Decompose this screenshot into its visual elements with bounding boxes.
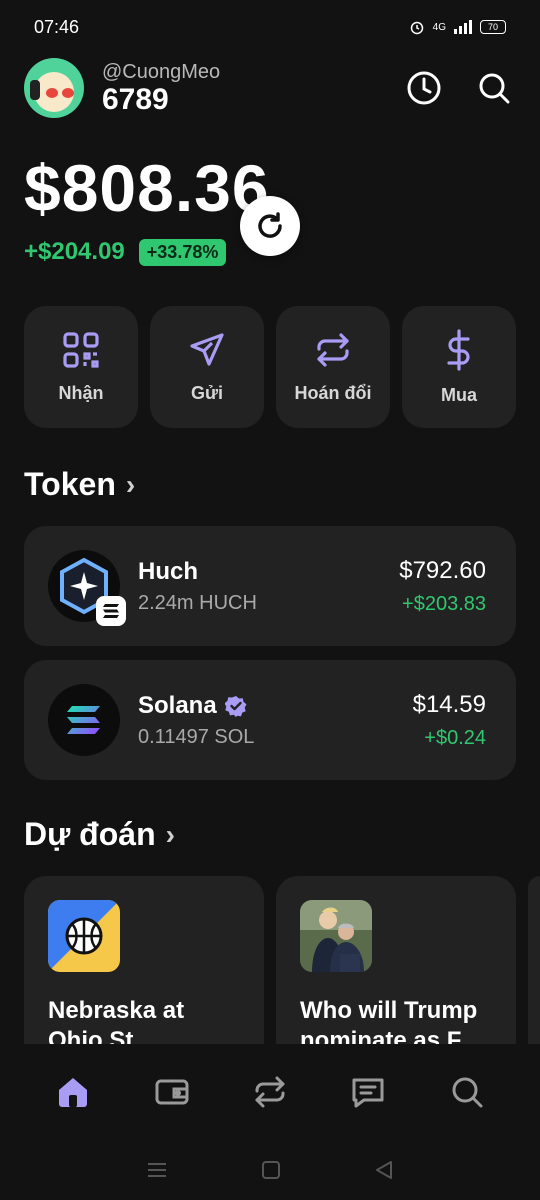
token-price: $14.59	[412, 690, 486, 718]
token-row-solana[interactable]: Solana 0.11497 SOL $14.59 +$0.24	[24, 660, 516, 780]
back-icon[interactable]	[373, 1159, 395, 1181]
solana-badge-icon	[96, 596, 126, 626]
battery-icon: 70	[480, 20, 506, 34]
swap-button[interactable]: Hoán đổi	[276, 306, 390, 428]
token-amount: 0.11497 SOL	[138, 725, 255, 748]
token-section-label: Token	[24, 466, 116, 502]
user-info[interactable]: @CuongMeo 6789	[102, 60, 376, 116]
nav-search[interactable]	[437, 1062, 497, 1122]
prediction-title-line: Who will Trump	[300, 997, 478, 1024]
header: @CuongMeo 6789	[24, 56, 516, 120]
home-square-icon[interactable]	[260, 1159, 282, 1181]
solana-token-logo	[48, 684, 120, 756]
menu-icon[interactable]	[145, 1160, 169, 1180]
huch-token-logo	[48, 550, 126, 626]
nav-messages[interactable]	[338, 1062, 398, 1122]
token-change: +$203.83	[402, 592, 486, 615]
qr-code-icon	[63, 331, 99, 368]
total-balance: $808.36	[24, 151, 270, 225]
token-row-huch[interactable]: Huch 2.24m HUCH $792.60 +$203.83	[24, 526, 516, 646]
nav-swap[interactable]	[240, 1062, 300, 1122]
balance-change-amount: +$204.09	[24, 238, 125, 265]
prediction-title-line: nominate as F	[300, 1027, 462, 1044]
event-photo	[300, 900, 372, 972]
clock-icon	[407, 71, 441, 105]
send-label: Gửi	[190, 382, 224, 403]
send-icon	[190, 332, 224, 366]
prediction-title: Who will Trump nominate as F	[300, 996, 492, 1044]
receive-label: Nhận	[58, 382, 104, 403]
token-amount: 2.24m HUCH	[138, 591, 257, 614]
nav-wallet[interactable]	[142, 1062, 202, 1122]
token-price: $792.60	[399, 556, 486, 584]
balance-change-percent: +33.78%	[138, 238, 227, 266]
prediction-title-line: Ohio St	[48, 1027, 134, 1044]
user-number: 6789	[102, 83, 169, 116]
username: @CuongMeo	[102, 61, 221, 83]
message-icon	[352, 1078, 384, 1108]
prediction-section-title[interactable]: Dự đoán ›	[24, 816, 175, 853]
status-bar: 07:46 4G 70	[0, 0, 540, 54]
signal-icon	[454, 20, 472, 34]
prediction-title: Nebraska at Ohio St	[48, 996, 240, 1044]
refresh-button[interactable]	[240, 196, 300, 256]
token-section-title[interactable]: Token ›	[24, 466, 135, 503]
swap-label: Hoán đổi	[294, 382, 372, 403]
token-name: Huch	[138, 557, 198, 585]
prediction-section-label: Dự đoán	[24, 816, 156, 852]
avatar[interactable]	[24, 58, 84, 118]
status-icons: 4G 70	[409, 19, 506, 35]
verified-badge-icon	[224, 695, 247, 717]
swap-icon	[255, 1076, 285, 1108]
dollar-icon	[447, 328, 470, 371]
refresh-icon	[258, 212, 282, 238]
balance-change-row: +$204.09 +33.78%	[24, 238, 227, 266]
wallet-icon	[155, 1079, 189, 1105]
prediction-card[interactable]: Nebraska at Ohio St	[24, 876, 264, 1044]
chevron-right-icon: ›	[165, 818, 175, 850]
battery-level: 70	[487, 22, 498, 32]
nav-home[interactable]	[43, 1062, 103, 1122]
status-time: 07:46	[34, 16, 80, 37]
prediction-title-line: Nebraska at	[48, 997, 185, 1024]
token-change: +$0.24	[424, 726, 486, 749]
action-buttons: Nhận Gửi Hoán đổi Mua	[24, 306, 516, 428]
prediction-card-peek[interactable]	[528, 876, 540, 1044]
buy-button[interactable]: Mua	[402, 306, 516, 428]
alarm-icon	[410, 21, 423, 35]
chevron-right-icon: ›	[125, 468, 136, 500]
receive-button[interactable]: Nhận	[24, 306, 138, 428]
home-icon	[59, 1078, 88, 1107]
system-nav-bar	[0, 1140, 540, 1200]
search-button[interactable]	[472, 66, 516, 110]
bottom-nav	[0, 1044, 540, 1140]
swap-icon	[317, 332, 349, 367]
search-icon	[479, 73, 510, 104]
basketball-icon	[48, 900, 120, 972]
token-name: Solana	[138, 691, 217, 719]
search-icon	[452, 1077, 483, 1108]
network-label: 4G	[432, 21, 446, 33]
buy-label: Mua	[441, 384, 477, 405]
history-button[interactable]	[402, 66, 446, 110]
send-button[interactable]: Gửi	[150, 306, 264, 428]
prediction-card[interactable]: Who will Trump nominate as F	[276, 876, 516, 1044]
